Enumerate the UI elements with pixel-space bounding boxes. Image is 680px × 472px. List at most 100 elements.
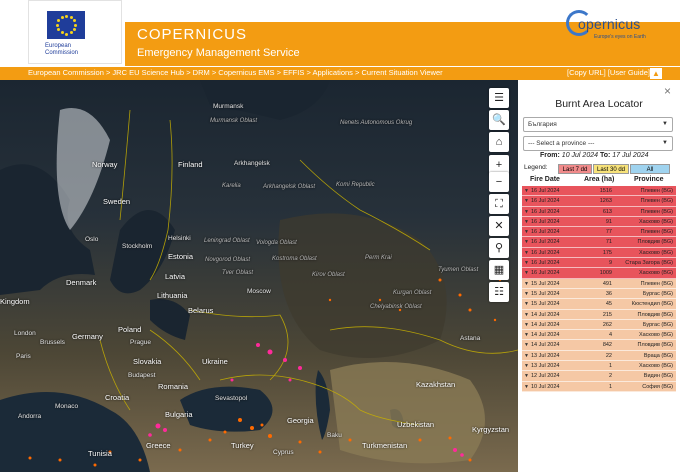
breadcrumb-links[interactable]: European Commission > JRC EU Science Hub… — [28, 68, 443, 77]
location-icon[interactable]: ⚲ — [489, 238, 509, 258]
from-label: From: — [540, 152, 560, 159]
table-row[interactable]: ▼ 16 Jul 2024 1263 Плевен (BG) — [522, 196, 676, 207]
area-cell: 175 — [602, 249, 612, 256]
province-select[interactable]: --- Select a province --- ▼ — [523, 136, 673, 151]
table-row[interactable]: ▼ 15 Jul 2024 45 Кюстендил (BG) — [522, 299, 676, 310]
legend-last-7-days[interactable]: Last 7 dd — [558, 164, 592, 174]
area-cell: 36 — [605, 290, 612, 297]
close-icon[interactable]: × — [664, 84, 671, 98]
map-label: London — [14, 330, 36, 337]
table-row[interactable]: ▼ 16 Jul 2024 1516 Плевен (BG) — [522, 186, 676, 197]
table-row[interactable]: ▼ 14 Jul 2024 842 Пловдив (BG) — [522, 340, 676, 351]
expand-arrow-icon[interactable]: ▼ — [524, 353, 529, 359]
expand-arrow-icon[interactable]: ▼ — [524, 260, 529, 266]
expand-arrow-icon[interactable]: ▼ — [524, 209, 529, 215]
legend-list-icon[interactable]: ☷ — [489, 282, 509, 302]
map-viewer[interactable]: Murmansk Murmansk Oblast Norway Finland Swed… — [0, 80, 518, 472]
map-label: Karelia — [222, 183, 241, 189]
map-label: Brussels — [40, 339, 65, 346]
scroll-up-button[interactable]: ▲ — [650, 68, 662, 79]
map-label: Novgorod Oblast — [205, 257, 251, 263]
table-row[interactable]: ▼ 12 Jul 2024 2 Видин (BG) — [522, 371, 676, 382]
area-cell: 77 — [605, 229, 612, 236]
fire-date-cell: 16 Jul 2024 — [531, 208, 560, 215]
expand-arrow-icon[interactable]: ▼ — [524, 219, 529, 225]
extent-icon[interactable]: ✕ — [489, 216, 509, 236]
expand-arrow-icon[interactable]: ▼ — [524, 332, 529, 338]
area-cell: 613 — [602, 208, 612, 215]
from-date[interactable]: 10 Jul 2024 — [562, 152, 598, 159]
expand-arrow-icon[interactable]: ▼ — [524, 301, 529, 307]
table-row[interactable]: ▼ 16 Jul 2024 71 Пловдив (BG) — [522, 237, 676, 248]
home-icon[interactable]: ⌂ — [489, 132, 509, 152]
table-row[interactable]: ▼ 16 Jul 2024 9 Стара Загора (BG) — [522, 258, 676, 269]
map-label: Finland — [178, 160, 203, 169]
table-row[interactable]: ▼ 16 Jul 2024 77 Плевен (BG) — [522, 227, 676, 238]
legend-last-30-days[interactable]: Last 30 dd — [593, 164, 629, 174]
table-row[interactable]: ▼ 10 Jul 2024 1 София (BG) — [522, 381, 676, 392]
province-cell: Пловдив (BG) — [637, 239, 673, 246]
search-icon[interactable]: 🔍 — [489, 110, 509, 130]
area-cell: 1 — [608, 383, 612, 390]
province-select-placeholder: --- Select a province --- — [528, 140, 595, 147]
star-icon — [56, 23, 59, 27]
map-label: Georgia — [287, 416, 314, 425]
legend-all[interactable]: All — [630, 164, 670, 174]
column-area[interactable]: Area (ha) — [584, 176, 614, 183]
copernicus-logo[interactable]: opernicus Europe's eyes on Earth — [562, 8, 672, 42]
expand-arrow-icon[interactable]: ▼ — [524, 198, 529, 204]
expand-arrow-icon[interactable]: ▼ — [524, 229, 529, 235]
expand-arrow-icon[interactable]: ▼ — [524, 384, 529, 390]
province-cell: Плевен (BG) — [640, 198, 673, 205]
expand-arrow-icon[interactable]: ▼ — [524, 239, 529, 245]
expand-arrow-icon[interactable]: ▼ — [524, 322, 529, 328]
province-cell: Хасково (BG) — [638, 332, 673, 339]
map-label: Latvia — [165, 272, 186, 281]
to-date[interactable]: 17 Jul 2024 — [612, 152, 648, 159]
fire-date-cell: 16 Jul 2024 — [531, 198, 560, 205]
table-row[interactable]: ▼ 14 Jul 2024 215 Пловдив (BG) — [522, 309, 676, 320]
map-label: Kyrgyzstan — [472, 425, 510, 434]
expand-arrow-icon[interactable]: ▼ — [524, 281, 529, 287]
table-row[interactable]: ▼ 16 Jul 2024 175 Хасково (BG) — [522, 247, 676, 259]
table-row[interactable]: ▼ 14 Jul 2024 262 Бургас (BG) — [522, 319, 676, 331]
expand-arrow-icon[interactable]: ▼ — [524, 342, 529, 348]
european-commission-logo[interactable]: European Commission — [28, 0, 122, 64]
basemap-grid-icon[interactable]: ▦ — [489, 260, 509, 280]
table-row[interactable]: ▼ 15 Jul 2024 491 Плевен (BG) — [522, 278, 676, 289]
country-select[interactable]: България ▼ — [523, 117, 673, 132]
expand-arrow-icon[interactable]: ▼ — [524, 363, 529, 369]
fire-date-cell: 16 Jul 2024 — [531, 218, 560, 225]
map-label: Uzbekistan — [397, 420, 435, 429]
page-title: COPERNICUS — [137, 26, 248, 43]
star-icon — [57, 19, 61, 22]
expand-arrow-icon[interactable]: ▼ — [524, 188, 529, 194]
table-row[interactable]: ▼ 15 Jul 2024 36 Бургас (BG) — [522, 288, 676, 300]
province-cell: Хасково (BG) — [638, 363, 673, 370]
fullscreen-icon[interactable]: ⛶ — [489, 194, 509, 214]
expand-arrow-icon[interactable]: ▼ — [524, 312, 529, 318]
table-row[interactable]: ▼ 13 Jul 2024 1 Хасково (BG) — [522, 361, 676, 372]
to-label: To: — [599, 152, 611, 159]
table-row[interactable]: ▼ 16 Jul 2024 1009 Хасково (BG) — [522, 268, 676, 279]
column-province[interactable]: Province — [634, 176, 664, 183]
map-label: Kingdom — [0, 297, 30, 306]
expand-arrow-icon[interactable]: ▼ — [524, 291, 529, 297]
ec-logo-label: European Commission — [45, 43, 79, 56]
table-row[interactable]: ▼ 13 Jul 2024 22 Враца (BG) — [522, 350, 676, 362]
layers-menu-button[interactable]: ☰ — [489, 88, 509, 108]
expand-arrow-icon[interactable]: ▼ — [524, 250, 529, 256]
table-row[interactable]: ▼ 16 Jul 2024 91 Хасково (BG) — [522, 216, 676, 228]
expand-arrow-icon[interactable]: ▼ — [524, 270, 529, 276]
zoom-out-button[interactable]: − — [489, 172, 509, 192]
country-select-value: България — [528, 121, 557, 128]
column-fire-date[interactable]: Fire Date — [530, 176, 560, 183]
fire-date-cell: 16 Jul 2024 — [531, 249, 560, 256]
copy-url-user-guide-links[interactable]: [Copy URL] [User Guide] — [567, 68, 650, 77]
table-row[interactable]: ▼ 14 Jul 2024 4 Хасково (BG) — [522, 330, 676, 341]
expand-arrow-icon[interactable]: ▼ — [524, 373, 529, 379]
map-label: Romania — [158, 382, 189, 391]
star-icon — [65, 14, 68, 18]
chevron-down-icon: ▼ — [662, 140, 668, 146]
table-row[interactable]: ▼ 16 Jul 2024 613 Плевен (BG) — [522, 206, 676, 217]
